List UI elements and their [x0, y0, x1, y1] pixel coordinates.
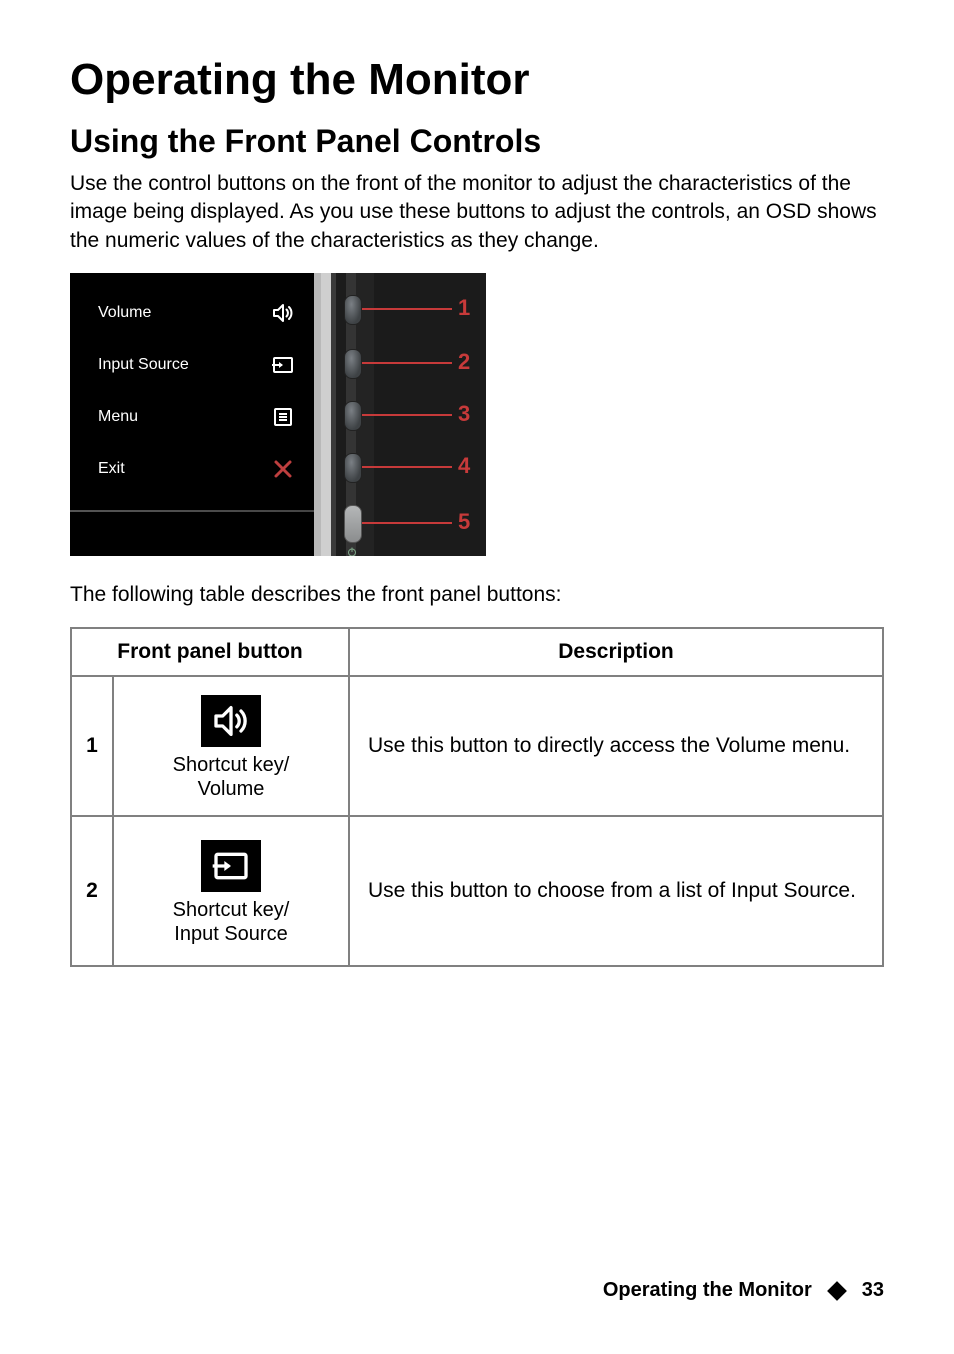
section-heading: Using the Front Panel Controls: [70, 123, 884, 160]
button-caption-line2: Volume: [198, 778, 265, 800]
button-caption-line1: Shortcut key/: [173, 754, 290, 776]
callout-number-3: 3: [458, 401, 470, 427]
callout-number-2: 2: [458, 349, 470, 375]
footer-section-title: Operating the Monitor: [603, 1279, 812, 1302]
physical-button-4: [344, 453, 362, 483]
table-intro: The following table describes the front …: [70, 581, 884, 609]
osd-row-label: Volume: [98, 304, 151, 322]
osd-panel: Volume Input Source Menu Exit: [70, 273, 314, 556]
physical-button-1: [344, 295, 362, 325]
osd-row-label: Input Source: [98, 356, 189, 374]
power-button: [344, 505, 362, 543]
diamond-icon: [827, 1281, 847, 1301]
button-caption-line2: Input Source: [174, 923, 287, 945]
power-icon: [346, 545, 358, 556]
row-number: 1: [71, 676, 113, 816]
osd-row-volume: Volume: [70, 287, 314, 339]
callout-number-1: 1: [458, 295, 470, 321]
osd-row-input-source: Input Source: [70, 339, 314, 391]
physical-button-3: [344, 401, 362, 431]
menu-icon: [270, 404, 296, 430]
osd-row-label: Exit: [98, 460, 125, 478]
table-header-description: Description: [349, 628, 883, 676]
page-title: Operating the Monitor: [70, 55, 884, 105]
callout-line-5: [362, 522, 452, 524]
volume-icon: [270, 300, 296, 326]
page-footer: Operating the Monitor 33: [603, 1279, 884, 1302]
osd-row-exit: Exit: [70, 443, 314, 495]
osd-divider: [70, 510, 314, 512]
front-panel-diagram: Volume Input Source Menu Exit: [70, 273, 486, 556]
table-row: 2 Shortcut key/ Input Source Use this bu…: [71, 816, 883, 966]
front-panel-table: Front panel button Description 1 Shortcu…: [70, 627, 884, 967]
callout-number-5: 5: [458, 509, 470, 535]
callout-line-4: [362, 466, 452, 468]
row-button-cell: Shortcut key/ Input Source: [113, 816, 349, 966]
footer-page-number: 33: [862, 1279, 884, 1302]
volume-icon: [201, 695, 261, 747]
row-number: 2: [71, 816, 113, 966]
exit-icon: [270, 456, 296, 482]
table-row: 1 Shortcut key/ Volume Use this button t…: [71, 676, 883, 816]
osd-row-label: Menu: [98, 408, 138, 426]
row-description: Use this button to choose from a list of…: [349, 816, 883, 966]
row-button-cell: Shortcut key/ Volume: [113, 676, 349, 816]
callout-number-4: 4: [458, 453, 470, 479]
row-description: Use this button to directly access the V…: [349, 676, 883, 816]
button-caption-line1: Shortcut key/: [173, 899, 290, 921]
callout-line-1: [362, 308, 452, 310]
callout-line-2: [362, 362, 452, 364]
table-header-button: Front panel button: [71, 628, 349, 676]
intro-paragraph: Use the control buttons on the front of …: [70, 170, 884, 255]
physical-button-2: [344, 349, 362, 379]
osd-row-menu: Menu: [70, 391, 314, 443]
monitor-bezel: 1 2 3 4 5: [314, 273, 486, 556]
callout-line-3: [362, 414, 452, 416]
input-source-icon: [270, 352, 296, 378]
input-source-icon: [201, 840, 261, 892]
